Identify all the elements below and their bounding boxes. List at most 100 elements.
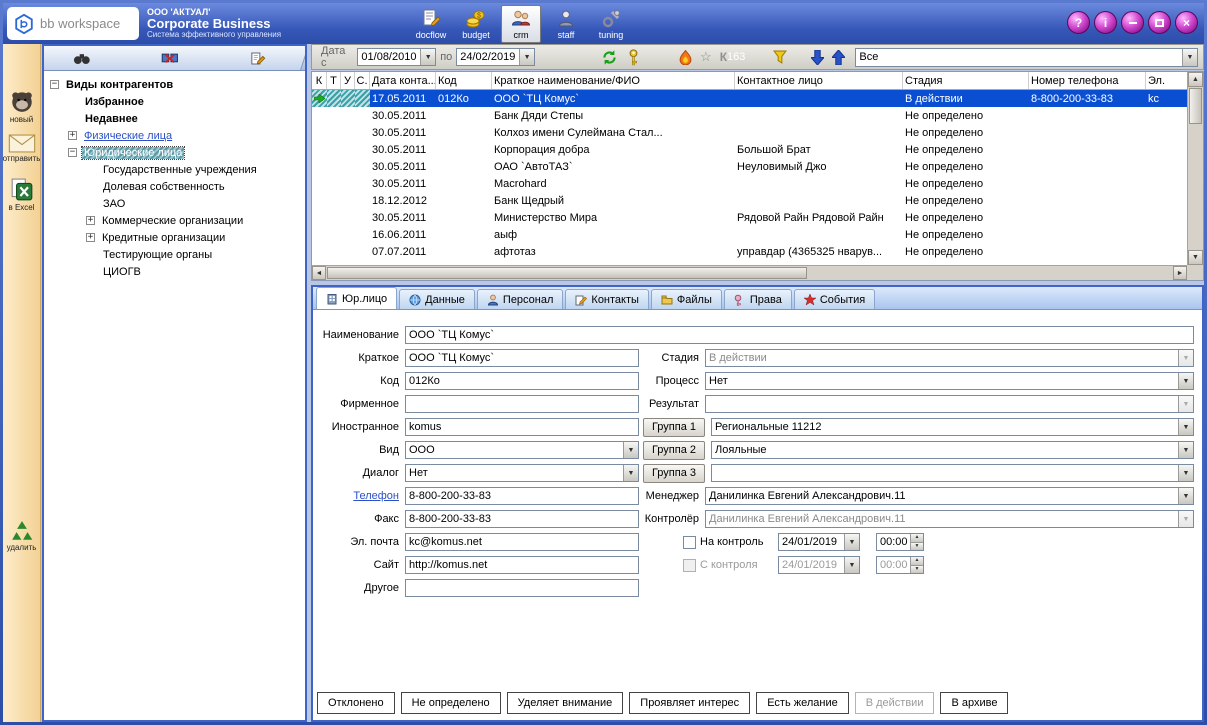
group1-select[interactable]: Региональные 11212▼ (711, 418, 1194, 436)
phone-link[interactable]: Телефон (315, 490, 405, 502)
tab-data[interactable]: Данные (399, 289, 475, 309)
column-header[interactable]: Контактное лицо (735, 72, 903, 89)
scroll-left-button[interactable]: ◄ (312, 266, 326, 280)
chevron-down-icon[interactable]: ▼ (623, 442, 638, 458)
expand-expander-icon[interactable]: + (86, 233, 95, 242)
tree-node-testing-bodies[interactable]: Тестирующие органы (46, 246, 303, 263)
move-up-button[interactable] (832, 50, 845, 65)
chevron-down-icon[interactable]: ▼ (1178, 465, 1193, 481)
tree-node-credit-orgs[interactable]: +Кредитные организации (46, 229, 303, 246)
refresh-button[interactable] (601, 49, 618, 66)
tab-rights[interactable]: Права (724, 289, 792, 309)
date-to-picker[interactable]: 24/02/2019▼ (456, 48, 535, 66)
tree-node-zao[interactable]: ЗАО (46, 195, 303, 212)
tab-contacts[interactable]: Контакты (565, 289, 649, 309)
table-row[interactable]: 30.05.2011 Министерство Мира Рядовой Рай… (312, 209, 1187, 226)
manager-select[interactable]: Данилинка Евгений Александрович.11▼ (705, 487, 1194, 505)
chevron-down-icon[interactable]: ▼ (1178, 373, 1193, 389)
group3-select[interactable]: ▼ (711, 464, 1194, 482)
on-control-date-picker[interactable]: 24/01/2019▼ (778, 533, 860, 551)
table-row[interactable]: 18.12.2012 Банк Щедрый Не определено (312, 192, 1187, 209)
spin-up-icon[interactable]: ▲ (911, 534, 923, 542)
column-header[interactable]: Т (327, 72, 341, 89)
horizontal-scroll-thumb[interactable] (327, 267, 807, 279)
other-field[interactable] (405, 579, 639, 597)
group3-button[interactable]: Группа 3 (643, 464, 705, 483)
tree-node-tsiogv[interactable]: ЦИОГВ (46, 263, 303, 280)
group2-select[interactable]: Лояльные▼ (711, 441, 1194, 459)
table-row-selected[interactable]: 17.05.2011 012Ко ООО `ТЦ Комус` В действ… (312, 90, 1187, 107)
k-filter-button[interactable]: К (720, 50, 727, 64)
status-rejected-button[interactable]: Отклонено (317, 692, 395, 714)
new-record-button[interactable]: новый (3, 88, 40, 124)
column-header[interactable]: У (341, 72, 355, 89)
on-control-checkbox[interactable] (683, 536, 696, 549)
group1-button[interactable]: Группа 1 (643, 418, 705, 437)
site-field[interactable] (405, 556, 639, 574)
tab-files[interactable]: Файлы (651, 289, 722, 309)
module-tuning[interactable]: tuning (591, 5, 631, 43)
tab-events[interactable]: События (794, 289, 875, 309)
tree-node-commercial-orgs[interactable]: +Коммерческие организации (46, 212, 303, 229)
tab-legal-entity[interactable]: Юр.лицо (316, 287, 397, 309)
chevron-down-icon[interactable]: ▼ (1178, 488, 1193, 504)
brand-name-field[interactable] (405, 395, 639, 413)
module-crm[interactable]: crm (501, 5, 541, 43)
hot-filter-button[interactable] (679, 50, 692, 65)
export-excel-button[interactable]: в Excel (3, 178, 40, 212)
group2-button[interactable]: Группа 2 (643, 441, 705, 460)
scroll-up-button[interactable]: ▲ (1188, 72, 1203, 87)
scroll-down-button[interactable]: ▼ (1188, 250, 1203, 265)
module-docflow[interactable]: docflow (411, 5, 451, 43)
name-field[interactable] (405, 326, 1194, 344)
table-row[interactable]: 16.06.2011 аыф Не определено (312, 226, 1187, 243)
expand-expander-icon[interactable]: + (86, 216, 95, 225)
funnel-filter-button[interactable] (773, 50, 787, 64)
tab-personnel[interactable]: Персонал (477, 289, 564, 309)
foreign-name-field[interactable] (405, 418, 639, 436)
collapse-expander-icon[interactable]: − (68, 148, 77, 157)
column-header[interactable]: Номер телефона (1029, 72, 1146, 89)
column-header[interactable]: Дата конта... (370, 72, 436, 89)
move-down-button[interactable] (811, 50, 824, 65)
code-field[interactable] (405, 372, 639, 390)
short-name-field[interactable] (405, 349, 639, 367)
maximize-button[interactable] (1148, 11, 1171, 34)
filter-all-select[interactable]: Все▼ (855, 48, 1198, 67)
tree-node-individuals[interactable]: +Физические лица (46, 127, 303, 144)
fax-field[interactable] (405, 510, 639, 528)
column-header[interactable]: Краткое наименование/ФИО (492, 72, 735, 89)
spin-down-icon[interactable]: ▼ (911, 542, 923, 551)
tree-node-shared-ownership[interactable]: Долевая собственность (46, 178, 303, 195)
chevron-down-icon[interactable]: ▼ (519, 49, 534, 65)
module-budget[interactable]: $ budget (456, 5, 496, 43)
expand-expander-icon[interactable]: + (68, 131, 77, 140)
tree-tab-search[interactable] (44, 46, 133, 70)
table-row[interactable]: 30.05.2011 ОАО `АвтоТАЗ` Неуловимый Джо … (312, 158, 1187, 175)
status-interest-button[interactable]: Проявляет интерес (629, 692, 750, 714)
module-staff[interactable]: staff (546, 5, 586, 43)
close-button[interactable]: × (1175, 11, 1198, 34)
table-row[interactable]: 30.05.2011 Корпорация добра Большой Брат… (312, 141, 1187, 158)
chevron-down-icon[interactable]: ▼ (844, 534, 859, 550)
info-button[interactable]: i (1094, 11, 1117, 34)
kind-select[interactable]: ООО▼ (405, 441, 639, 459)
help-button[interactable]: ? (1067, 11, 1090, 34)
table-row[interactable]: 07.07.2011 афтотаз управдар (4365325 нва… (312, 243, 1187, 260)
status-undefined-button[interactable]: Не определено (401, 692, 501, 714)
status-attention-button[interactable]: Уделяет внимание (507, 692, 624, 714)
tree-node-state-institutions[interactable]: Государственные учреждения (46, 161, 303, 178)
collapse-expander-icon[interactable]: − (50, 80, 59, 89)
column-header[interactable]: С. (355, 72, 370, 89)
scroll-right-button[interactable]: ► (1173, 266, 1187, 280)
star-filter-button[interactable]: ☆ (700, 49, 712, 65)
table-row[interactable]: 30.05.2011 Колхоз имени Сулеймана Стал..… (312, 124, 1187, 141)
delete-button[interactable]: удалить (3, 520, 40, 552)
chevron-down-icon[interactable]: ▼ (623, 465, 638, 481)
tree-tab-clients[interactable] (120, 46, 221, 70)
vertical-scrollbar[interactable]: ▲ ▼ (1187, 72, 1203, 265)
tree-node-legal-entities[interactable]: −Юридические лица (46, 144, 303, 161)
horizontal-scrollbar[interactable]: ◄ ► (312, 265, 1187, 280)
tree-node-favorites[interactable]: Избранное (46, 93, 303, 110)
table-row[interactable]: 30.05.2011 Банк Дяди Степы Не определено (312, 107, 1187, 124)
